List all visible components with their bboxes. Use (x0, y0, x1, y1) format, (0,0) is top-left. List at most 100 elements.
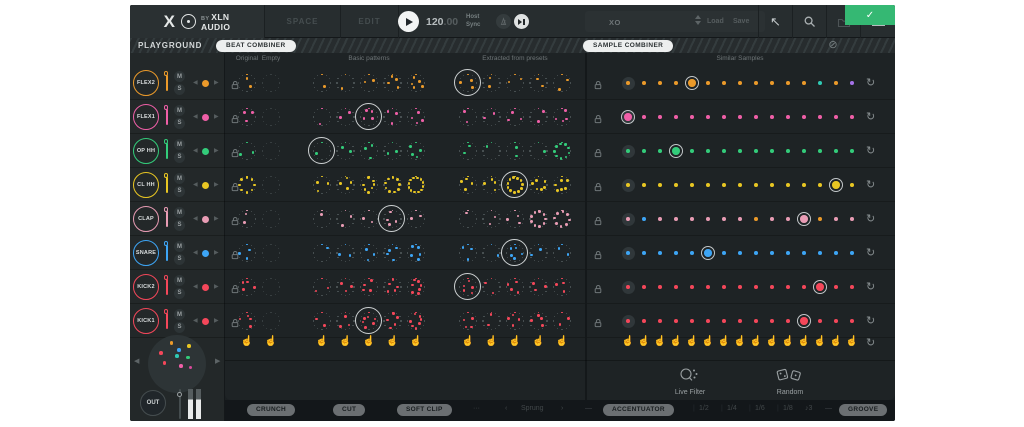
audition-hand-icon[interactable]: ☝ (732, 336, 748, 347)
audition-hand-icon[interactable]: ☝ (764, 336, 780, 347)
pattern-circle[interactable] (406, 141, 427, 162)
pattern-circle-empty[interactable] (261, 243, 282, 264)
track-fader[interactable] (166, 245, 168, 261)
mute-button[interactable]: M (174, 139, 185, 150)
sample-prev-arrow[interactable]: ◀ (193, 181, 198, 188)
pattern-circle[interactable] (359, 209, 380, 230)
pattern-circle[interactable] (505, 311, 526, 332)
track-pad[interactable]: CLAP (133, 206, 159, 232)
rate-1-4[interactable]: 1/4 (727, 405, 737, 412)
pattern-circle[interactable] (481, 277, 502, 298)
sample-prev-arrow[interactable]: ◀ (193, 79, 198, 86)
pattern-circle-empty[interactable] (261, 141, 282, 162)
solo-button[interactable]: S (174, 186, 185, 197)
audition-hand-icon[interactable]: ☝ (828, 336, 844, 347)
pattern-circle[interactable] (552, 73, 573, 94)
metronome-button[interactable] (496, 14, 511, 29)
lock-icon[interactable] (594, 111, 602, 129)
sample-dot[interactable] (850, 319, 854, 323)
pattern-circle[interactable] (406, 73, 427, 94)
sample-prev-arrow[interactable]: ◀ (193, 249, 198, 256)
pattern-circle[interactable] (382, 243, 403, 264)
sample-dot[interactable] (754, 285, 758, 289)
audition-hand-icon[interactable]: ☝ (531, 336, 547, 347)
sample-dot[interactable] (770, 251, 774, 255)
sample-dot[interactable] (738, 217, 742, 221)
pattern-circle[interactable] (458, 141, 479, 162)
solo-button[interactable]: S (174, 118, 185, 129)
track-pad[interactable]: CL HH (133, 172, 159, 198)
soft-clip-button[interactable]: SOFT CLIP (397, 404, 452, 416)
lock-icon[interactable] (594, 179, 602, 197)
pattern-circle[interactable] (359, 243, 380, 264)
sample-dot[interactable] (850, 149, 854, 153)
sample-dot[interactable] (834, 285, 838, 289)
audition-hand-icon[interactable]: ☝ (554, 336, 570, 347)
sample-dot[interactable] (818, 149, 822, 153)
pattern-circle[interactable] (335, 243, 356, 264)
pattern-circle[interactable] (382, 277, 403, 298)
sample-dot[interactable] (706, 115, 710, 119)
lock-icon[interactable] (594, 315, 602, 333)
sample-dot[interactable] (690, 319, 694, 323)
sample-dot[interactable] (722, 251, 726, 255)
sample-dot[interactable] (738, 149, 742, 153)
pattern-circle[interactable] (406, 175, 427, 196)
preset-down-icon[interactable] (695, 21, 701, 25)
audition-hand-icon[interactable]: ☝ (507, 336, 523, 347)
sample-dot[interactable] (818, 251, 822, 255)
pattern-circle[interactable] (382, 141, 403, 162)
sample-dot[interactable] (722, 183, 726, 187)
sample-dot[interactable] (690, 251, 694, 255)
pattern-circle[interactable] (382, 73, 403, 94)
pattern-circle[interactable] (406, 277, 427, 298)
track-fader[interactable] (166, 211, 168, 227)
pattern-circle[interactable] (312, 73, 333, 94)
sample-next-arrow[interactable]: ▶ (214, 215, 219, 222)
audition-hand-icon[interactable]: ☝ (844, 336, 860, 347)
sample-dot[interactable] (818, 81, 822, 85)
track-fader-knob[interactable] (164, 309, 169, 314)
sample-dot[interactable] (674, 115, 678, 119)
sample-dot[interactable] (674, 251, 678, 255)
random-button[interactable]: Random (742, 366, 838, 396)
play-button[interactable] (398, 11, 419, 32)
sample-dot[interactable] (850, 81, 854, 85)
pattern-circle[interactable] (458, 209, 479, 230)
track-fader[interactable] (166, 109, 168, 125)
pattern-circle[interactable] (528, 73, 549, 94)
sample-next-arrow[interactable]: ▶ (214, 317, 219, 324)
sample-dot[interactable] (626, 319, 630, 323)
sample-dot[interactable] (834, 319, 838, 323)
sample-dot[interactable] (706, 217, 710, 221)
sample-next-arrow[interactable]: ▶ (214, 249, 219, 256)
pattern-circle[interactable] (237, 277, 258, 298)
sample-dot[interactable] (626, 217, 630, 221)
track-pad[interactable]: OP HH (133, 138, 159, 164)
mute-button[interactable]: M (174, 71, 185, 82)
pattern-circle[interactable] (335, 73, 356, 94)
sample-dot[interactable] (658, 319, 662, 323)
pattern-play-button[interactable] (514, 14, 529, 29)
tab-space[interactable]: SPACE (265, 5, 341, 38)
mute-button[interactable]: M (174, 309, 185, 320)
pattern-circle[interactable] (528, 175, 549, 196)
sample-dot[interactable] (834, 251, 838, 255)
pattern-circle[interactable] (335, 277, 356, 298)
track-pad[interactable]: FLEX1 (133, 104, 159, 130)
sample-dot[interactable] (802, 251, 806, 255)
sample-dot[interactable] (658, 81, 662, 85)
mute-button[interactable]: M (174, 275, 185, 286)
sample-dot[interactable] (626, 251, 630, 255)
xy-pad[interactable] (148, 335, 206, 393)
live-filter-button[interactable]: Live Filter (642, 366, 738, 396)
track-fader[interactable] (166, 177, 168, 193)
preset-field[interactable]: XO Load Save (585, 11, 765, 32)
sample-dot[interactable] (818, 217, 822, 221)
sample-dot[interactable] (850, 285, 854, 289)
pattern-circle[interactable] (458, 243, 479, 264)
sample-next-arrow[interactable]: ▶ (214, 113, 219, 120)
sample-next-arrow[interactable]: ▶ (214, 79, 219, 86)
sample-dot[interactable] (642, 183, 646, 187)
audition-hand-icon[interactable]: ☝ (361, 336, 377, 347)
